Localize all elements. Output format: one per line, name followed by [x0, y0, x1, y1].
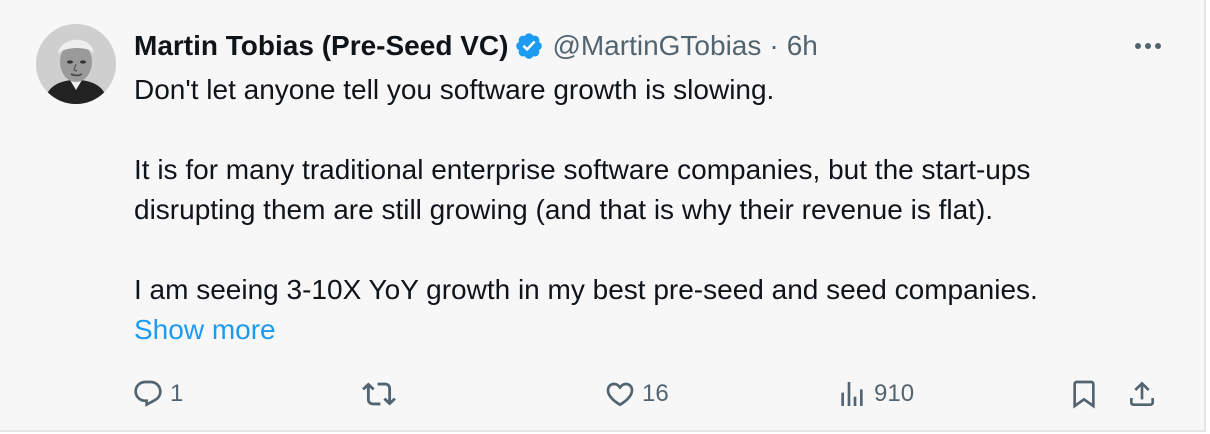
views-count: 910	[874, 380, 915, 407]
like-button[interactable]: 16	[604, 372, 669, 416]
tweet-line: I am seeing 3-10X YoY growth in my best …	[134, 274, 1038, 305]
heart-icon	[604, 378, 636, 410]
tweet-text: Don't let anyone tell you software growt…	[134, 70, 1174, 350]
tweet-header: Martin Tobias (Pre-Seed VC) @MartinGTobi…	[134, 28, 818, 64]
show-more-link[interactable]: Show more	[134, 314, 276, 345]
tweet-card[interactable]: Martin Tobias (Pre-Seed VC) @MartinGTobi…	[0, 0, 1206, 432]
reply-icon	[132, 378, 164, 410]
verified-badge-icon[interactable]	[514, 31, 544, 61]
retweet-icon	[362, 377, 396, 411]
tweet-line: It is for many traditional enterprise so…	[134, 154, 1031, 185]
avatar-portrait-image	[36, 24, 116, 104]
tweet-line: Don't let anyone tell you software growt…	[134, 74, 775, 105]
share-icon	[1126, 378, 1158, 410]
tweet-timestamp[interactable]: 6h	[787, 28, 818, 64]
separator-dot: ·	[769, 30, 779, 61]
tweet-actions-bar: 1 16 910	[0, 372, 1206, 416]
share-button[interactable]	[1126, 372, 1158, 416]
tweet-line: disrupting them are still growing (and t…	[134, 194, 994, 225]
more-dots-icon[interactable]	[1128, 32, 1168, 60]
bookmark-icon	[1068, 378, 1100, 410]
reply-count: 1	[170, 380, 184, 407]
author-name[interactable]: Martin Tobias (Pre-Seed VC)	[134, 28, 508, 64]
retweet-button[interactable]	[362, 372, 402, 416]
bookmark-button[interactable]	[1068, 372, 1100, 416]
reply-button[interactable]: 1	[132, 372, 183, 416]
views-button[interactable]: 910	[836, 372, 914, 416]
author-handle[interactable]: @MartinGTobias	[552, 28, 761, 64]
avatar[interactable]	[36, 24, 116, 104]
views-chart-icon	[836, 378, 868, 410]
like-count: 16	[642, 380, 669, 407]
